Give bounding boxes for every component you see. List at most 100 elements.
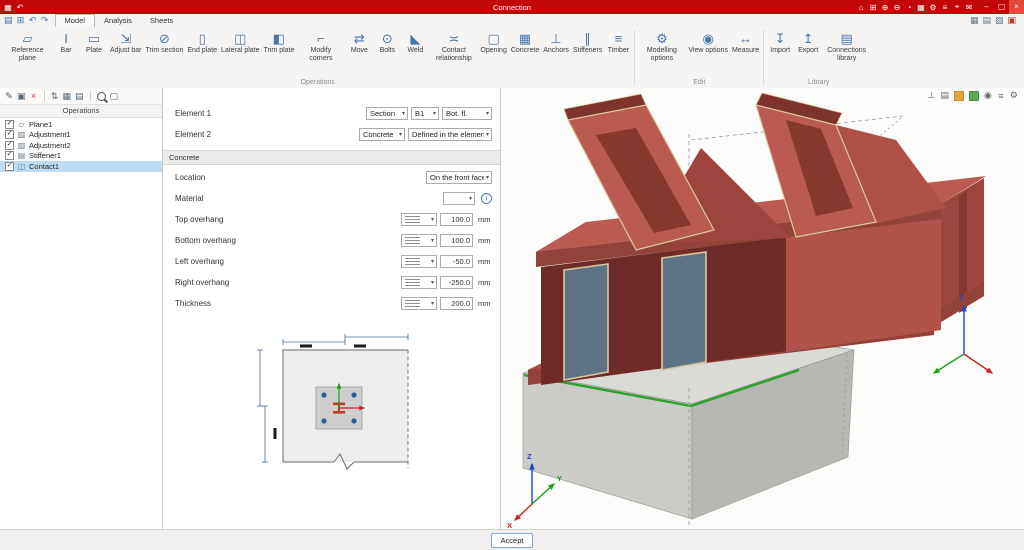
thickness-style-dropdown[interactable]: ▾ [401, 297, 437, 310]
tree-item-contact1[interactable]: ✓◫Contact1 [0, 161, 162, 172]
checkbox-icon[interactable]: ✓ [5, 162, 14, 171]
ribbon-item-stiffeners[interactable]: ∥Stiffeners [571, 29, 604, 56]
report-icon[interactable]: ▧ [995, 15, 1004, 26]
element-1-dropdown[interactable]: B1▾ [411, 107, 439, 120]
print-icon[interactable]: ▤ [940, 90, 949, 101]
thickness-input[interactable]: 200.0 [440, 297, 473, 310]
ribbon-item-modelling-options[interactable]: ⚙Modelling options [637, 29, 686, 63]
settings-icon[interactable]: ⚙ [929, 3, 937, 12]
table-icon[interactable]: ▦ [917, 3, 925, 12]
target-icon[interactable]: ⌖ [953, 2, 961, 12]
tab-sheets[interactable]: Sheets [141, 14, 182, 27]
ribbon-item-concrete[interactable]: ▦Concrete [509, 29, 541, 56]
undo-icon[interactable]: ↶ [29, 15, 37, 26]
frame-icon[interactable]: ▢ [110, 91, 119, 102]
element-1-dropdown[interactable]: Section▾ [366, 107, 408, 120]
element-1-dropdown[interactable]: Bot. fl.▾ [442, 107, 492, 120]
ribbon-item-trim-section[interactable]: ⊘Trim section [144, 29, 186, 56]
ribbon-item-weld[interactable]: ◣Weld [401, 29, 429, 56]
checkbox-icon[interactable]: ✓ [5, 151, 14, 160]
save-icon[interactable]: ▤ [4, 15, 13, 26]
ribbon-item-move[interactable]: ⇄Move [345, 29, 373, 56]
undo-icon[interactable]: ↶ [16, 3, 24, 12]
reorder-icon[interactable]: ⇅ [51, 91, 59, 102]
ribbon-item-connections-library[interactable]: ▤Connections library [822, 29, 871, 63]
view-icon[interactable]: ◔ [905, 3, 913, 12]
ribbon-item-anchors[interactable]: ⊥Anchors [541, 29, 571, 56]
ribbon-item-import[interactable]: ↧Import [766, 29, 794, 56]
zoom-out-icon[interactable]: ⊖ [893, 3, 901, 12]
checkbox-icon[interactable]: ✓ [5, 141, 14, 150]
checkbox-icon[interactable]: ✓ [5, 120, 14, 129]
tree-item-adjustment1[interactable]: ✓▨Adjustment1 [0, 130, 162, 141]
ribbon-item-modify-corners[interactable]: ⌐Modify corners [296, 29, 345, 63]
ribbon-item-end-plate[interactable]: ▯End plate [185, 29, 219, 56]
delete-icon[interactable]: × [30, 91, 38, 101]
right-overhang-style-dropdown[interactable]: ▾ [401, 276, 437, 289]
ribbon-item-bar[interactable]: IBar [52, 29, 80, 56]
ribbon-item-contact-relationship[interactable]: ≍Contact relationship [429, 29, 478, 63]
right-overhang-input[interactable]: -250.0 [440, 276, 473, 289]
zoom-in-icon[interactable]: ⊕ [881, 3, 889, 12]
top-overhang-input[interactable]: 100.0 [440, 213, 473, 226]
mail-icon[interactable]: ✉ [965, 3, 973, 12]
home-icon[interactable]: ⌂ [857, 3, 865, 12]
element-2-dropdown[interactable]: Defined in the element▾ [408, 128, 492, 141]
ribbon-item-export[interactable]: ↥Export [794, 29, 822, 56]
ribbon-item-measure[interactable]: ↔Measure [730, 29, 761, 56]
ribbon-item-lateral-plate[interactable]: ◫Lateral plate [219, 29, 262, 56]
grid-icon[interactable]: ▦ [63, 91, 72, 102]
view-settings-icon[interactable]: ⚙ [1010, 90, 1018, 101]
ribbon-item-bolts[interactable]: ⊙Bolts [373, 29, 401, 56]
tree-item-plane1[interactable]: ✓▱Plane1 [0, 119, 162, 130]
bottom-overhang-style-dropdown[interactable]: ▾ [401, 234, 437, 247]
grid-icon[interactable]: ⊞ [869, 3, 877, 12]
ribbon-item-trim-plate[interactable]: ◧Trim plate [262, 29, 297, 56]
left-overhang-style-dropdown[interactable]: ▾ [401, 255, 437, 268]
accept-button[interactable]: Accept [491, 533, 533, 548]
location-dropdown[interactable]: On the front face▾ [426, 171, 492, 184]
edit-icon[interactable]: ✎ [5, 91, 13, 102]
maximize-button[interactable]: ▢ [994, 0, 1009, 14]
ribbon-item-adjust-bar[interactable]: ⇲Adjust bar [108, 29, 144, 56]
list-icon[interactable]: ≡ [941, 3, 949, 12]
modify-corners-icon: ⌐ [317, 30, 325, 47]
tab-analysis[interactable]: Analysis [95, 14, 141, 27]
left-overhang-input[interactable]: -50.0 [440, 255, 473, 268]
info-icon[interactable]: i [481, 193, 492, 204]
ribbon-item-timber[interactable]: ≡Timber [604, 29, 632, 56]
render-icon[interactable] [969, 91, 979, 101]
bottom-overhang-input[interactable]: 100.0 [440, 234, 473, 247]
dropdown-value: Defined in the element [412, 130, 484, 139]
visibility-icon[interactable]: ◉ [984, 90, 992, 101]
ribbon-item-opening[interactable]: ▢Opening [478, 29, 508, 56]
search-icon[interactable] [97, 92, 106, 101]
top-overhang-style-dropdown[interactable]: ▾ [401, 213, 437, 226]
element-2-dropdown[interactable]: Concrete▾ [359, 128, 405, 141]
redo-icon[interactable]: ↷ [41, 15, 49, 26]
workplane-icon[interactable]: ⊥ [927, 90, 935, 101]
tab-model[interactable]: Model [55, 14, 95, 27]
copy-icon[interactable]: ▣ [17, 91, 26, 102]
ribbon-item-reference-plane[interactable]: ▱Reference plane [3, 29, 52, 63]
new-grid-icon[interactable]: ⊞ [17, 15, 25, 26]
checkbox-icon[interactable]: ✓ [5, 130, 14, 139]
list-icon[interactable]: ▤ [75, 91, 84, 102]
titlebar: ▦↶ Connection ⌂⊞⊕⊖◔▦⚙≡⌖✉ –▢× [0, 0, 1024, 14]
sheet-icon[interactable]: ▤ [982, 15, 991, 26]
minimize-button[interactable]: – [979, 0, 994, 14]
palette-icon[interactable] [954, 91, 964, 101]
3d-viewport[interactable]: ⊥ ▤ ◉ ≡ ⚙ [500, 88, 1024, 530]
close-button[interactable]: × [1009, 0, 1024, 14]
material-dropdown[interactable]: ▾ [443, 192, 475, 205]
tree-item-stiffener1[interactable]: ✓▤Stiffener1 [0, 151, 162, 162]
tree-item-adjustment2[interactable]: ✓▨Adjustment2 [0, 140, 162, 151]
ribbon-item-view-options[interactable]: ◉View options [686, 29, 730, 56]
layers-icon[interactable]: ≡ [997, 91, 1005, 101]
ribbon-item-plate[interactable]: ▭Plate [80, 29, 108, 56]
app-grid-icon[interactable]: ▦ [4, 3, 12, 12]
operations-header: Operations [0, 104, 162, 118]
axis-z-label: Z [959, 293, 964, 302]
view-grid-icon[interactable]: ▦ [970, 15, 979, 26]
alert-icon[interactable]: ▣ [1007, 15, 1016, 26]
